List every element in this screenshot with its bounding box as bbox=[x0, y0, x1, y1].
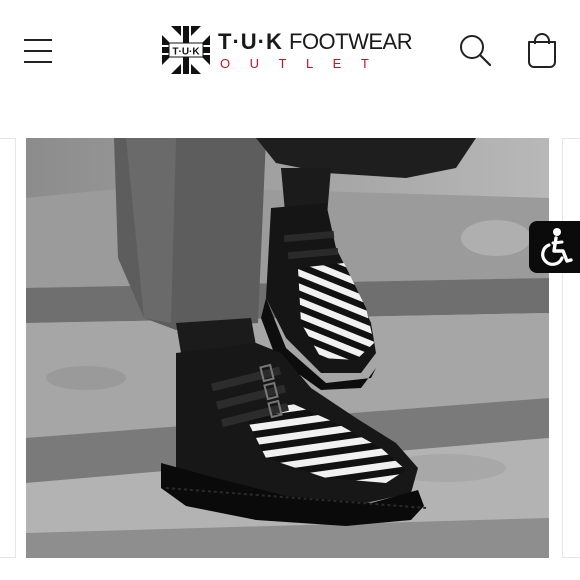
previous-slide-peek[interactable] bbox=[0, 138, 16, 558]
badge-text: T·U·K bbox=[172, 47, 200, 58]
menu-bar-top bbox=[24, 39, 52, 41]
shopping-bag-icon bbox=[528, 33, 556, 68]
menu-button[interactable] bbox=[22, 30, 58, 70]
search-button[interactable] bbox=[458, 33, 494, 69]
logo-wordmark: T·U·K FOOTWEAR bbox=[218, 29, 413, 55]
menu-bar-bottom bbox=[24, 61, 52, 63]
search-icon bbox=[460, 35, 492, 67]
logo-brand: T·U·K bbox=[218, 29, 283, 54]
product-image[interactable] bbox=[26, 138, 549, 558]
site-logo[interactable]: T·U·K T·U·K FOOTWEAR OUTLET bbox=[162, 26, 424, 76]
next-slide-peek[interactable] bbox=[562, 138, 580, 558]
menu-bar-middle bbox=[24, 50, 52, 52]
logo-footwear: FOOTWEAR bbox=[289, 29, 413, 54]
product-page: T·U·K T·U·K FOOTWEAR OUTLET bbox=[0, 0, 580, 580]
union-jack-badge-icon: T·U·K bbox=[162, 26, 210, 74]
logo-outlet: OUTLET bbox=[220, 56, 389, 71]
site-header: T·U·K T·U·K FOOTWEAR OUTLET bbox=[0, 0, 580, 100]
accessibility-wheelchair-icon bbox=[541, 228, 573, 266]
accessibility-button[interactable] bbox=[529, 221, 580, 273]
cart-button[interactable] bbox=[524, 32, 560, 70]
product-photo bbox=[26, 138, 549, 558]
product-gallery bbox=[0, 138, 580, 558]
